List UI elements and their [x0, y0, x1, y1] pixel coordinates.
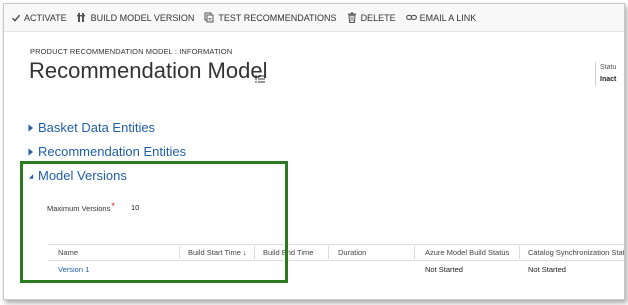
column-divider [519, 246, 520, 259]
column-divider [414, 246, 415, 259]
form-selector-icon[interactable] [255, 70, 265, 88]
page-title: Recommendation Model [29, 58, 268, 83]
azure-model-build-status-cell: Not Started [425, 265, 463, 274]
column-header-duration[interactable]: Duration [338, 245, 366, 260]
section-basket-data-entities[interactable]: Basket Data Entities [28, 120, 155, 135]
command-bar: ACTIVATE BUILD MODEL VERSION TEST RECOMM… [4, 4, 624, 32]
build-model-version-label: BUILD MODEL VERSION [90, 12, 195, 23]
test-icon [204, 12, 215, 23]
delete-button[interactable]: DELETE [347, 12, 396, 23]
email-a-link-label: EMAIL A LINK [419, 12, 477, 23]
section-model-versions[interactable]: Model Versions [28, 168, 127, 183]
status-value: Inact [600, 76, 617, 83]
test-recommendations-button[interactable]: TEST RECOMMENDATIONS [204, 12, 337, 23]
trash-icon [347, 12, 358, 23]
activate-button[interactable]: ACTIVATE [10, 12, 67, 23]
catalog-sync-status-cell: Not Started [528, 265, 566, 274]
column-header-azure-model-build-status[interactable]: Azure Model Build Status [425, 245, 509, 260]
section-label: Model Versions [38, 168, 127, 183]
column-divider [179, 246, 180, 259]
app-window: ACTIVATE BUILD MODEL VERSION TEST RECOMM… [3, 3, 625, 300]
expand-arrow-icon [28, 124, 34, 132]
link-icon [405, 12, 417, 23]
email-a-link-button[interactable]: EMAIL A LINK [405, 12, 477, 23]
versions-grid-header: Name Build Start Time ↓ Build End Time D… [48, 244, 624, 261]
section-recommendation-entities[interactable]: Recommendation Entities [28, 144, 186, 159]
build-model-version-button[interactable]: BUILD MODEL VERSION [77, 12, 195, 23]
column-header-build-start-time[interactable]: Build Start Time ↓ [188, 245, 247, 260]
version-name-link[interactable]: Version 1 [58, 265, 89, 274]
breadcrumb: PRODUCT RECOMMENDATION MODEL : INFORMATI… [30, 47, 233, 56]
header-divider [595, 62, 596, 86]
delete-label: DELETE [360, 12, 396, 23]
activate-label: ACTIVATE [24, 12, 67, 23]
collapse-arrow-icon [28, 172, 34, 180]
maximum-versions-text: Maximum Versions [47, 204, 111, 213]
build-icon [77, 12, 88, 23]
maximum-versions-label: Maximum Versions* [47, 201, 115, 213]
required-mark: * [111, 201, 115, 211]
column-divider [254, 246, 255, 259]
column-header-build-end-time[interactable]: Build End Time [263, 245, 313, 260]
section-label: Recommendation Entities [38, 144, 187, 159]
column-header-catalog-sync-status[interactable]: Catalog Synchronization Statu [528, 245, 624, 260]
column-divider [328, 246, 329, 259]
status-label: Statu [600, 64, 617, 71]
column-header-name[interactable]: Name [58, 245, 78, 260]
test-recommendations-label: TEST RECOMMENDATIONS [218, 12, 337, 23]
section-label: Basket Data Entities [38, 120, 156, 135]
maximum-versions-field[interactable]: 10 [131, 203, 139, 212]
check-icon [10, 12, 21, 23]
expand-arrow-icon [28, 148, 34, 156]
